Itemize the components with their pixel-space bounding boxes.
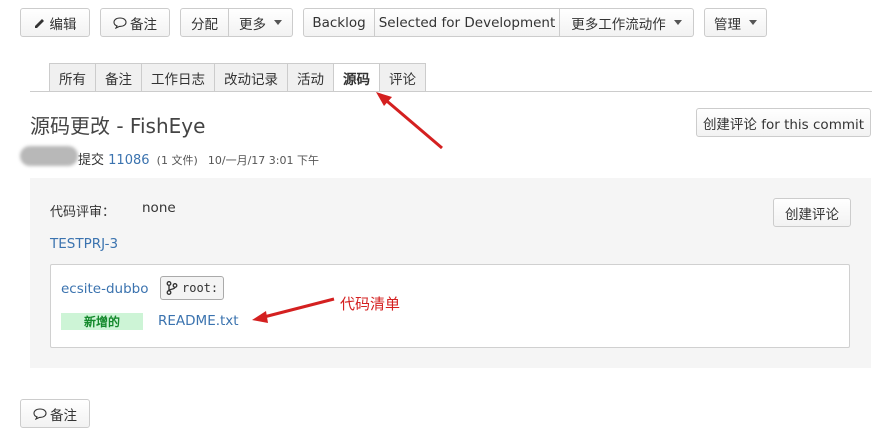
footer-comment-button[interactable]: 备注	[20, 399, 90, 428]
footer-comment-label: 备注	[50, 407, 77, 424]
arrow-to-file	[259, 297, 335, 320]
speech-bubble-icon	[33, 407, 47, 420]
arrowhead-file	[252, 311, 268, 323]
arrow-to-source-tab	[380, 94, 443, 150]
annotation-arrows	[252, 92, 443, 323]
annotation-label: 代码清单	[340, 295, 401, 313]
